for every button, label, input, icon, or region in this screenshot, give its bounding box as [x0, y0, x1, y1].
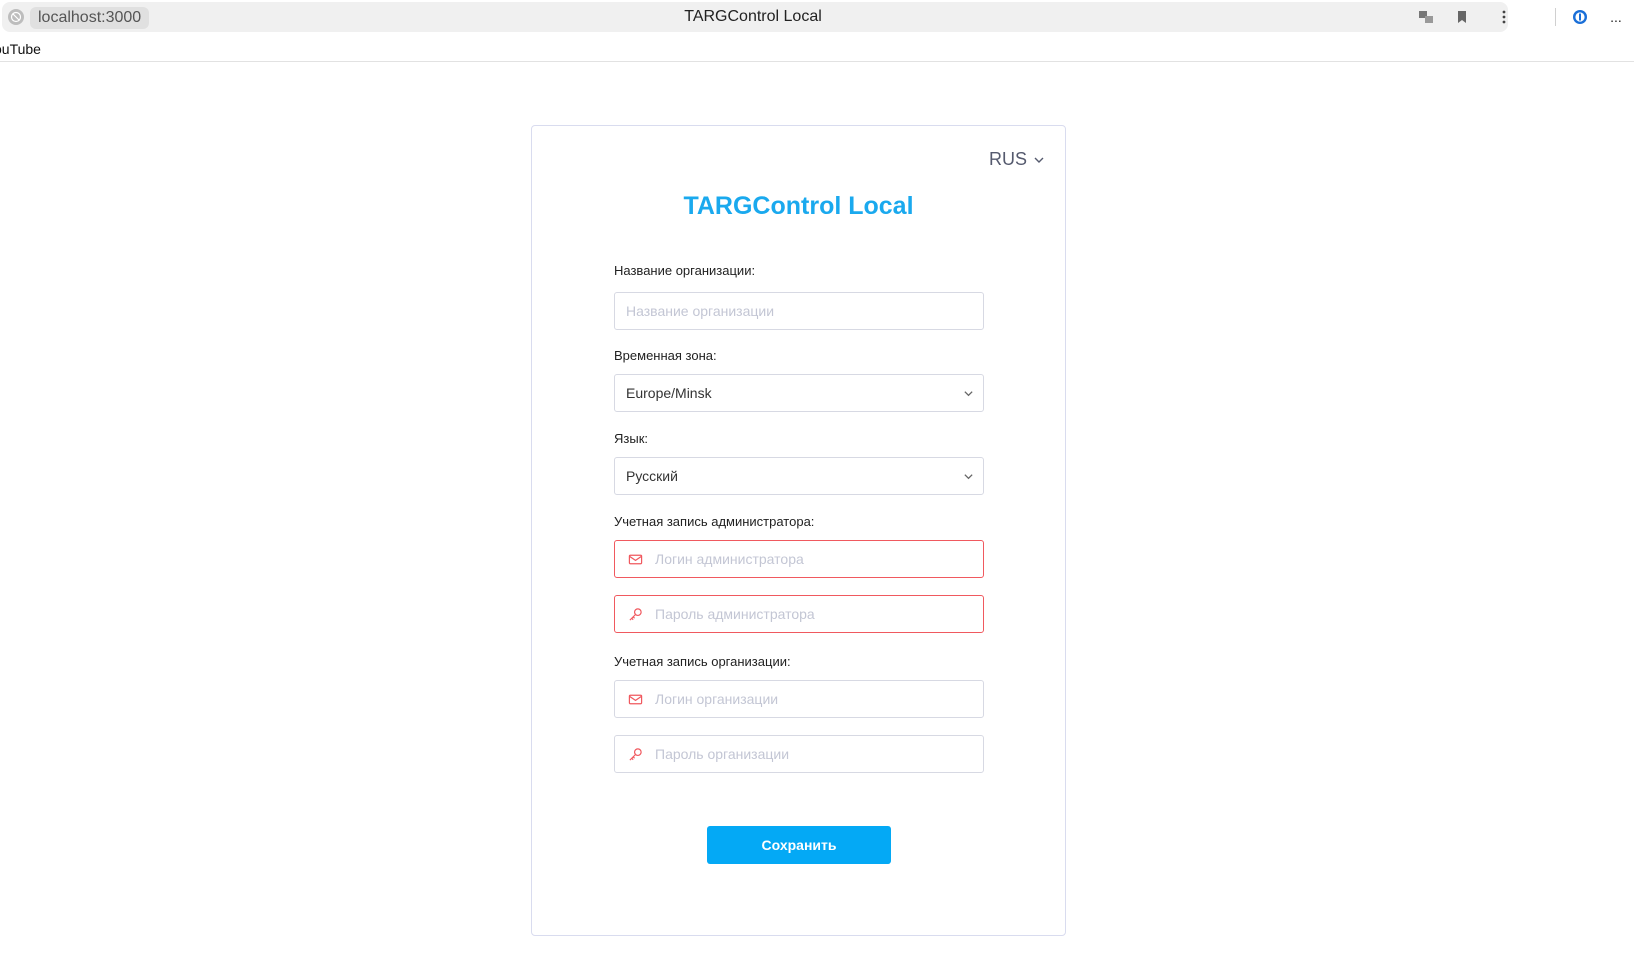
chevron-down-icon [953, 388, 983, 399]
org-password-input[interactable] [655, 736, 983, 772]
bookmark-youtube[interactable]: ouTube [0, 41, 41, 57]
language-switch[interactable]: RUS [989, 149, 1045, 170]
mail-icon [615, 681, 655, 717]
url-text[interactable]: localhost:3000 [30, 7, 150, 29]
key-icon [615, 596, 655, 632]
org-login-input[interactable] [655, 681, 983, 717]
org-name-label: Название организации: [614, 263, 756, 278]
more-icon[interactable]: ... [1606, 6, 1626, 28]
site-info-icon[interactable] [8, 9, 24, 25]
org-login-field[interactable] [614, 680, 984, 718]
key-icon [615, 736, 655, 772]
org-name-input[interactable] [615, 293, 983, 329]
toolbar-divider [1555, 8, 1556, 26]
admin-login-input[interactable] [655, 541, 983, 577]
language-value: Русский [626, 468, 678, 484]
password-manager-icon[interactable] [1569, 6, 1591, 28]
language-switch-label: RUS [988, 149, 1027, 169]
timezone-select[interactable]: Europe/Minsk [614, 374, 984, 412]
org-account-label: Учетная запись организации: [614, 654, 791, 669]
mail-icon [615, 541, 655, 577]
translate-icon[interactable] [1415, 6, 1437, 28]
language-select[interactable]: Русский [614, 457, 984, 495]
chevron-down-icon [953, 471, 983, 482]
admin-password-input[interactable] [655, 596, 983, 632]
admin-account-label: Учетная запись администратора: [614, 514, 815, 529]
address-bar[interactable]: localhost:3000 [2, 2, 1508, 32]
browser-toolbar: localhost:3000 TARGControl Local ... [0, 0, 1634, 34]
bookmarks-bar: ouTube [0, 36, 1634, 62]
org-name-field[interactable] [614, 292, 984, 330]
timezone-value: Europe/Minsk [626, 385, 712, 401]
setup-card: RUS TARGControl Local Название организац… [531, 125, 1066, 936]
timezone-label: Временная зона: [614, 348, 717, 363]
org-password-field[interactable] [614, 735, 984, 773]
save-button[interactable]: Сохранить [707, 826, 891, 864]
app-title: TARGControl Local [683, 192, 914, 220]
language-label: Язык: [614, 431, 648, 446]
kebab-menu-icon[interactable] [1493, 6, 1515, 28]
admin-login-field[interactable] [614, 540, 984, 578]
bookmark-icon[interactable] [1451, 6, 1473, 28]
admin-password-field[interactable] [614, 595, 984, 633]
chevron-down-icon [1034, 157, 1044, 163]
